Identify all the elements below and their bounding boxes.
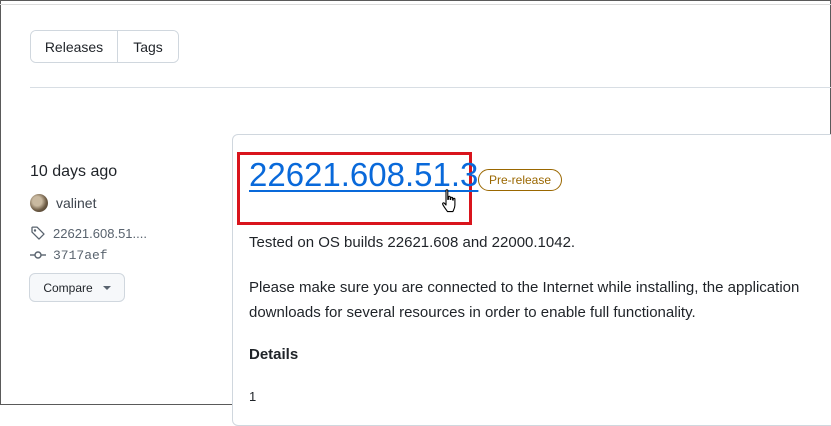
avatar: [30, 194, 48, 212]
prerelease-badge: Pre-release: [478, 169, 563, 191]
tag-icon: [31, 226, 45, 240]
tag-name: 22621.608.51....: [53, 225, 147, 241]
release-time: 10 days ago: [30, 163, 118, 180]
tab-releases[interactable]: Releases: [31, 31, 118, 62]
commit-hash: 3717aef: [53, 247, 108, 263]
details-heading: Details: [249, 346, 299, 363]
hand-pointer-icon: [442, 189, 456, 213]
release-note-line-1: Tested on OS builds 22621.608 and 22000.…: [249, 234, 576, 251]
release-note-line-2b: downloads for several resources in order…: [249, 304, 696, 321]
top-divider: [0, 4, 831, 5]
compare-label: Compare: [43, 280, 93, 295]
section-divider: [30, 87, 831, 88]
author-link[interactable]: valinet: [30, 194, 96, 212]
author-name: valinet: [56, 195, 97, 211]
list-item-number: 1: [249, 389, 257, 404]
compare-button[interactable]: Compare: [29, 273, 125, 302]
releases-tags-switch: Releases Tags: [30, 30, 179, 63]
commit-link[interactable]: 3717aef: [30, 247, 108, 263]
caret-down-icon: [102, 285, 111, 290]
commit-icon: [30, 251, 46, 259]
release-note-paragraph: Please make sure you are connected to th…: [249, 275, 831, 325]
tag-link[interactable]: 22621.608.51....: [30, 225, 147, 241]
release-note-line-2a: Please make sure you are connected to th…: [249, 279, 800, 296]
tab-tags[interactable]: Tags: [118, 31, 178, 62]
